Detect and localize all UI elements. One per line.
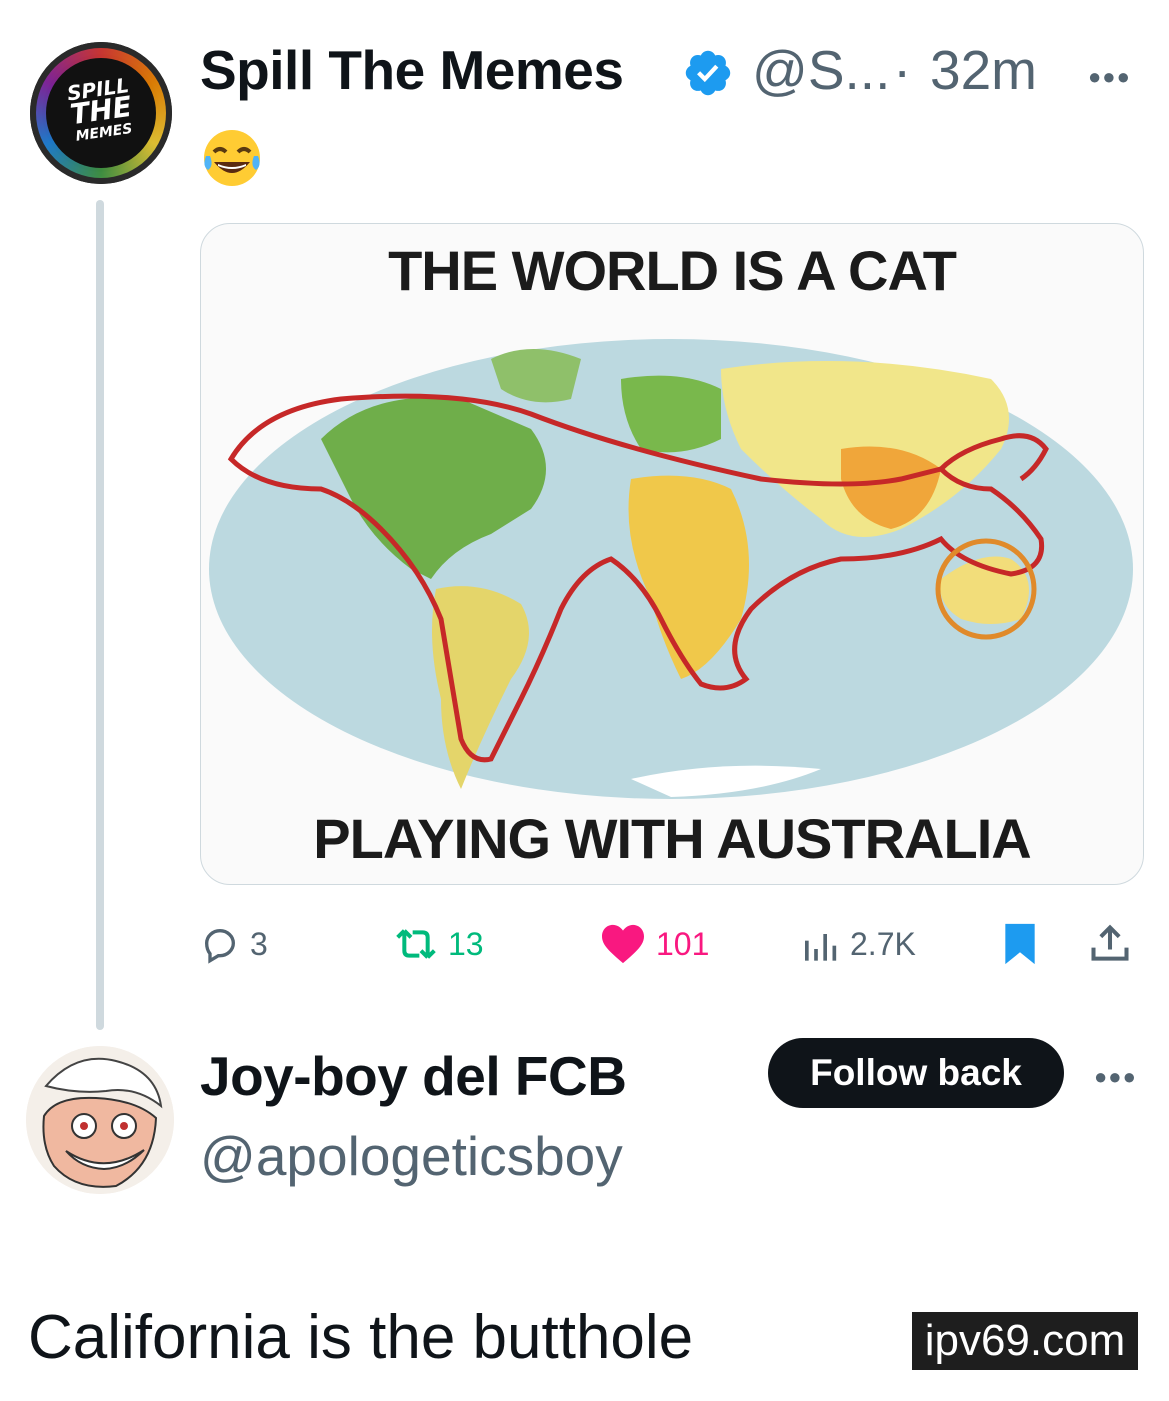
- views-chart-icon: [805, 934, 837, 961]
- more-dots-icon[interactable]: ●●●: [1088, 64, 1131, 90]
- share-button[interactable]: [1088, 924, 1132, 964]
- repost-button[interactable]: 13: [394, 924, 484, 964]
- author-handle[interactable]: @S...: [752, 38, 890, 102]
- meme-top-caption: THE WORLD IS A CAT: [388, 239, 957, 302]
- bookmark-icon: [1005, 923, 1035, 965]
- verified-badge-icon[interactable]: [682, 47, 734, 99]
- views-button[interactable]: 2.7K: [800, 924, 916, 964]
- reply-text: California is the butthole: [28, 1303, 694, 1372]
- post-timestamp[interactable]: 32m: [930, 38, 1037, 102]
- more-dots-icon[interactable]: ●●●: [1094, 1064, 1137, 1090]
- like-count: 101: [656, 925, 710, 962]
- reply-author-handle[interactable]: @apologeticsboy: [200, 1124, 623, 1188]
- repost-icon: [396, 929, 436, 959]
- heart-icon: [602, 924, 644, 964]
- like-button[interactable]: 101: [600, 924, 709, 964]
- reply-author-name[interactable]: Joy-boy del FCB: [200, 1044, 627, 1108]
- view-count: 2.7K: [850, 925, 916, 962]
- avatar-illustration: [26, 1046, 174, 1194]
- repost-count: 13: [448, 925, 484, 962]
- media-card[interactable]: THE WORLD IS A CAT PLAYING WITH AUSTRALI…: [200, 223, 1144, 885]
- thread-line: [96, 200, 104, 1030]
- reply-author-avatar[interactable]: [26, 1046, 174, 1194]
- follow-back-button[interactable]: Follow back: [768, 1038, 1064, 1108]
- reply-icon: [204, 928, 236, 964]
- share-icon: [1091, 924, 1129, 961]
- bookmark-button[interactable]: [1000, 923, 1040, 965]
- reply-button[interactable]: 3: [200, 924, 268, 964]
- author-avatar[interactable]: SPILL THE MEMES: [30, 42, 172, 184]
- meme-bottom-caption: PLAYING WITH AUSTRALIA: [313, 807, 1031, 870]
- watermark: ipv69.com: [912, 1312, 1138, 1370]
- author-name[interactable]: Spill The Memes: [200, 38, 624, 102]
- reply-count: 3: [250, 925, 268, 962]
- tears-of-joy-emoji: [204, 130, 260, 186]
- separator-dot: ·: [893, 39, 912, 101]
- world-map-image: [209, 339, 1133, 799]
